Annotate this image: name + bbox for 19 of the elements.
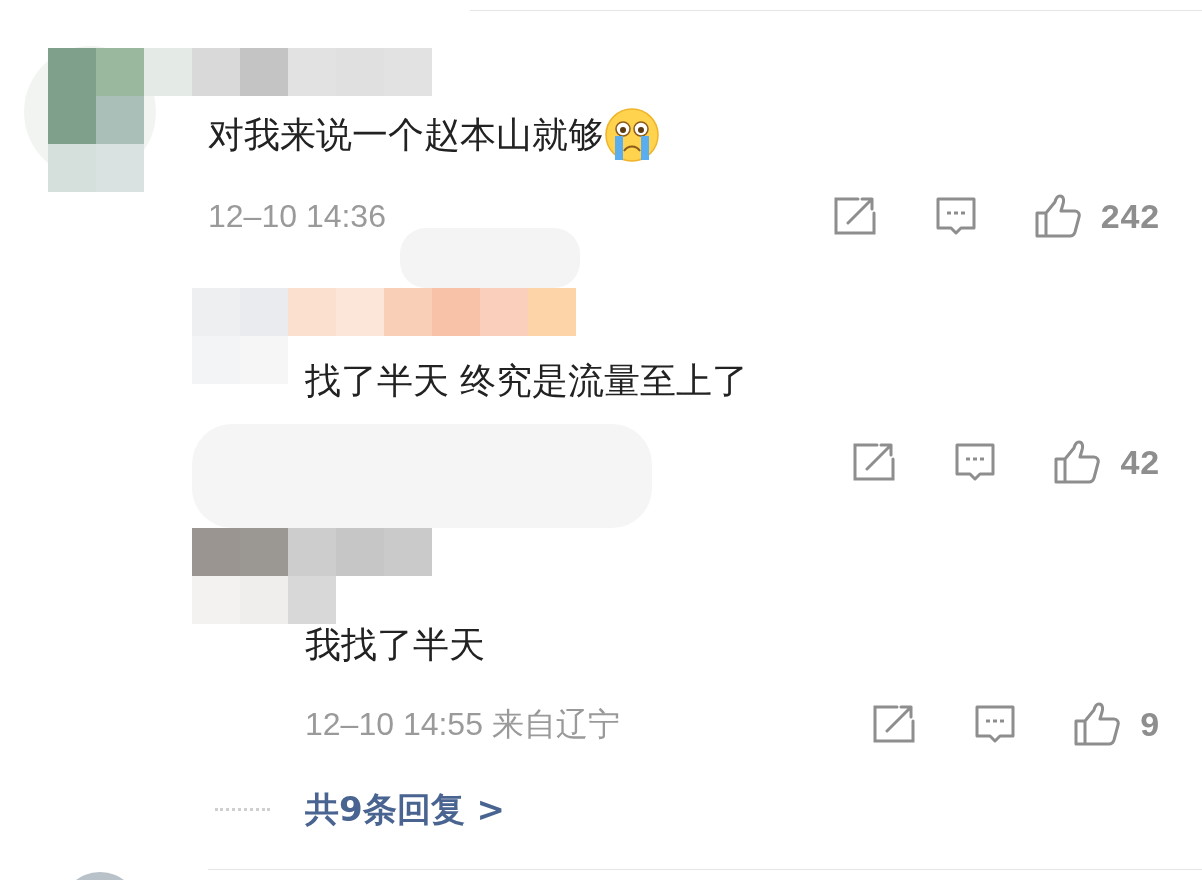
share-icon[interactable] xyxy=(853,443,896,481)
like-count: 242 xyxy=(1100,199,1160,233)
comment-icon[interactable] xyxy=(974,704,1017,744)
thumbs-up-icon[interactable] xyxy=(1074,702,1121,746)
comment-icon[interactable] xyxy=(954,442,997,482)
comment-text: 对我来说一个赵本山就够 xyxy=(208,113,604,157)
reply-text: 我找了半天 xyxy=(305,623,486,667)
thumbs-up-icon[interactable] xyxy=(1034,194,1081,238)
crying-face-icon xyxy=(604,107,660,163)
reply-meta: 12–10 14:55 来自辽宁 xyxy=(305,708,620,740)
reply-text: 找了半天 终究是流量至上了 xyxy=(305,359,750,403)
comment-meta: 12–10 14:36 xyxy=(208,200,386,232)
thumbs-up-icon[interactable] xyxy=(1054,440,1101,484)
comment-icon[interactable] xyxy=(934,196,977,236)
more-replies-link[interactable]: 共9条回复 > xyxy=(305,783,505,835)
share-icon[interactable] xyxy=(873,705,916,743)
share-icon[interactable] xyxy=(833,197,876,235)
like-count: 9 xyxy=(1140,707,1160,741)
like-count: 42 xyxy=(1120,445,1160,479)
